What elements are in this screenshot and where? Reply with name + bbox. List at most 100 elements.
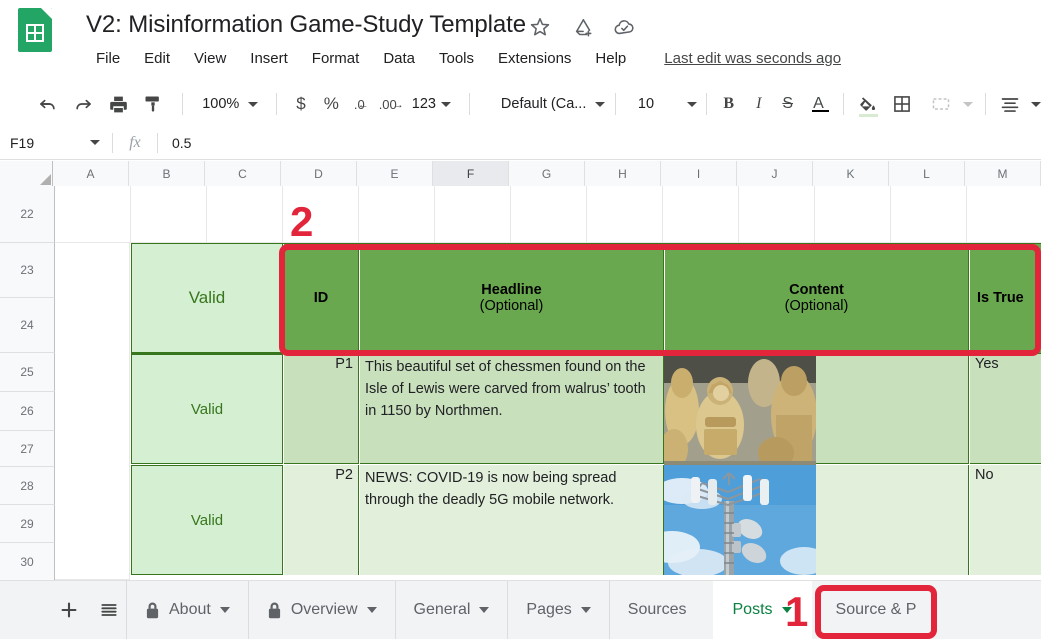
font-size-dropdown[interactable]: 10 <box>622 90 702 118</box>
post-2-is-true-cell[interactable]: No <box>970 465 1041 575</box>
menu-extensions[interactable]: Extensions <box>486 46 583 71</box>
fill-color-icon[interactable] <box>853 89 882 119</box>
menu-tools[interactable]: Tools <box>427 46 486 71</box>
post-2-headline-cell[interactable]: NEWS: COVID-19 is now being spread throu… <box>360 465 664 575</box>
align-chevron-down-icon[interactable] <box>1030 101 1041 107</box>
column-header-K[interactable]: K <box>813 161 889 186</box>
valid-cell-2[interactable]: Valid <box>131 354 283 464</box>
chevron-down-icon <box>248 101 259 107</box>
font-family-dropdown[interactable]: Default (Ca... <box>479 90 609 118</box>
row-header-25[interactable]: 25 <box>0 353 55 392</box>
last-edit-status[interactable]: Last edit was seconds ago <box>664 50 841 67</box>
redo-icon[interactable] <box>69 89 98 119</box>
increase-decimal-button[interactable]: .00 → <box>372 97 404 112</box>
column-header-L[interactable]: L <box>889 161 965 186</box>
zoom-dropdown[interactable]: 100% <box>192 90 262 118</box>
column-header-D[interactable]: D <box>281 161 357 186</box>
plus-icon[interactable] <box>52 593 86 627</box>
chevron-down-icon[interactable] <box>219 607 230 613</box>
column-header-C[interactable]: C <box>205 161 281 186</box>
column-header-A[interactable]: A <box>53 161 129 186</box>
move-to-drive-icon[interactable] <box>571 16 593 38</box>
post-1-id-cell[interactable]: P1 <box>284 354 359 464</box>
document-status-cloud-icon[interactable] <box>613 16 635 38</box>
header-cell-is-true[interactable]: Is True <box>970 243 1041 353</box>
google-sheets-logo[interactable] <box>18 8 58 56</box>
row-header-30[interactable]: 30 <box>0 543 55 580</box>
valid-cell-3[interactable]: Valid <box>131 465 283 575</box>
column-header-E[interactable]: E <box>357 161 433 186</box>
chevron-down-icon[interactable] <box>479 607 490 613</box>
column-header-I[interactable]: I <box>661 161 737 186</box>
percent-format-button[interactable]: % <box>316 94 347 114</box>
row-header-27[interactable]: 27 <box>0 431 55 467</box>
menu-file[interactable]: File <box>86 46 132 71</box>
name-box[interactable]: F19 <box>0 126 112 160</box>
select-all-corner[interactable] <box>0 161 53 186</box>
post-1-headline-cell[interactable]: This beautiful set of chessmen found on … <box>360 354 664 464</box>
menu-edit[interactable]: Edit <box>132 46 182 71</box>
strikethrough-button[interactable]: S <box>772 95 803 113</box>
menu-view[interactable]: View <box>182 46 238 71</box>
bold-button[interactable]: B <box>712 95 745 113</box>
row-header-23[interactable]: 23 <box>0 243 55 298</box>
currency-format-button[interactable]: $ <box>286 94 315 114</box>
italic-button[interactable]: I <box>745 95 772 113</box>
chevron-down-icon[interactable] <box>580 607 591 613</box>
row-header-26[interactable]: 26 <box>0 392 55 431</box>
row-header-24[interactable]: 24 <box>0 298 55 353</box>
formula-input[interactable]: 0.5 <box>158 135 191 151</box>
header-cell-headline[interactable]: Headline (Optional) <box>360 243 664 353</box>
star-icon[interactable] <box>529 16 551 38</box>
more-formats-dropdown[interactable]: 123 <box>404 90 455 118</box>
menu-insert[interactable]: Insert <box>238 46 300 71</box>
column-header-F[interactable]: F <box>433 161 509 186</box>
menu-format[interactable]: Format <box>300 46 372 71</box>
sheet-tab-source-and-p[interactable]: Source & P <box>812 581 935 639</box>
sheet-tab-bar: About Overview General Pages Sources Pos… <box>0 580 1041 639</box>
borders-icon[interactable] <box>888 89 917 119</box>
undo-icon[interactable] <box>34 89 63 119</box>
grid-body: Valid ID Headline (Optional) Content (Op… <box>55 186 1041 580</box>
chevron-down-icon[interactable] <box>366 607 377 613</box>
menu-help[interactable]: Help <box>583 46 638 71</box>
sheet-tab-about[interactable]: About <box>126 581 248 639</box>
row-header-29[interactable]: 29 <box>0 505 55 543</box>
name-box-value: F19 <box>10 134 35 151</box>
toolbar: 100% $ % .0 ← .00 → 123 Default (Ca... 1… <box>0 82 1041 126</box>
cell-tower-photo <box>664 465 816 575</box>
row-22-gridlines <box>55 186 1041 243</box>
post-1-is-true-cell[interactable]: Yes <box>970 354 1041 464</box>
valid-cell-1[interactable]: Valid <box>131 243 283 353</box>
column-header-G[interactable]: G <box>509 161 585 186</box>
header-cell-id[interactable]: ID <box>284 243 359 353</box>
row-header-28[interactable]: 28 <box>0 467 55 505</box>
row-header-22[interactable]: 22 <box>0 186 55 243</box>
paint-format-icon[interactable] <box>138 89 167 119</box>
column-header-B[interactable]: B <box>129 161 205 186</box>
post-1-content-cell[interactable] <box>664 353 969 465</box>
column-header-M[interactable]: M <box>965 161 1041 186</box>
sheet-tab-label: General <box>413 601 471 618</box>
column-a-cells[interactable] <box>55 243 130 580</box>
post-2-id-cell[interactable]: P2 <box>284 465 359 575</box>
document-title[interactable]: V2: Misinformation Game-Study Template <box>86 11 526 39</box>
sheet-tab-general[interactable]: General <box>394 581 508 639</box>
column-header-J[interactable]: J <box>737 161 813 186</box>
post-2-headline: NEWS: COVID-19 is now being spread throu… <box>365 470 617 508</box>
header-cell-content[interactable]: Content (Optional) <box>665 243 969 353</box>
menu-data[interactable]: Data <box>371 46 427 71</box>
sheet-tab-pages[interactable]: Pages <box>507 581 608 639</box>
sheet-tab-overview[interactable]: Overview <box>247 581 395 639</box>
post-1-is-true: Yes <box>975 356 999 372</box>
horizontal-align-icon[interactable] <box>996 89 1025 119</box>
text-color-button[interactable]: A <box>803 95 834 113</box>
print-icon[interactable] <box>104 89 133 119</box>
list-icon[interactable] <box>92 593 126 627</box>
column-header-H[interactable]: H <box>585 161 661 186</box>
menu-bar: File Edit View Insert Format Data Tools … <box>86 46 841 71</box>
post-2-content-cell[interactable] <box>664 465 969 575</box>
sheet-tab-sources[interactable]: Sources <box>608 581 713 639</box>
post-2-id: P2 <box>335 467 353 483</box>
decrease-decimal-button[interactable]: .0 ← <box>347 97 372 112</box>
